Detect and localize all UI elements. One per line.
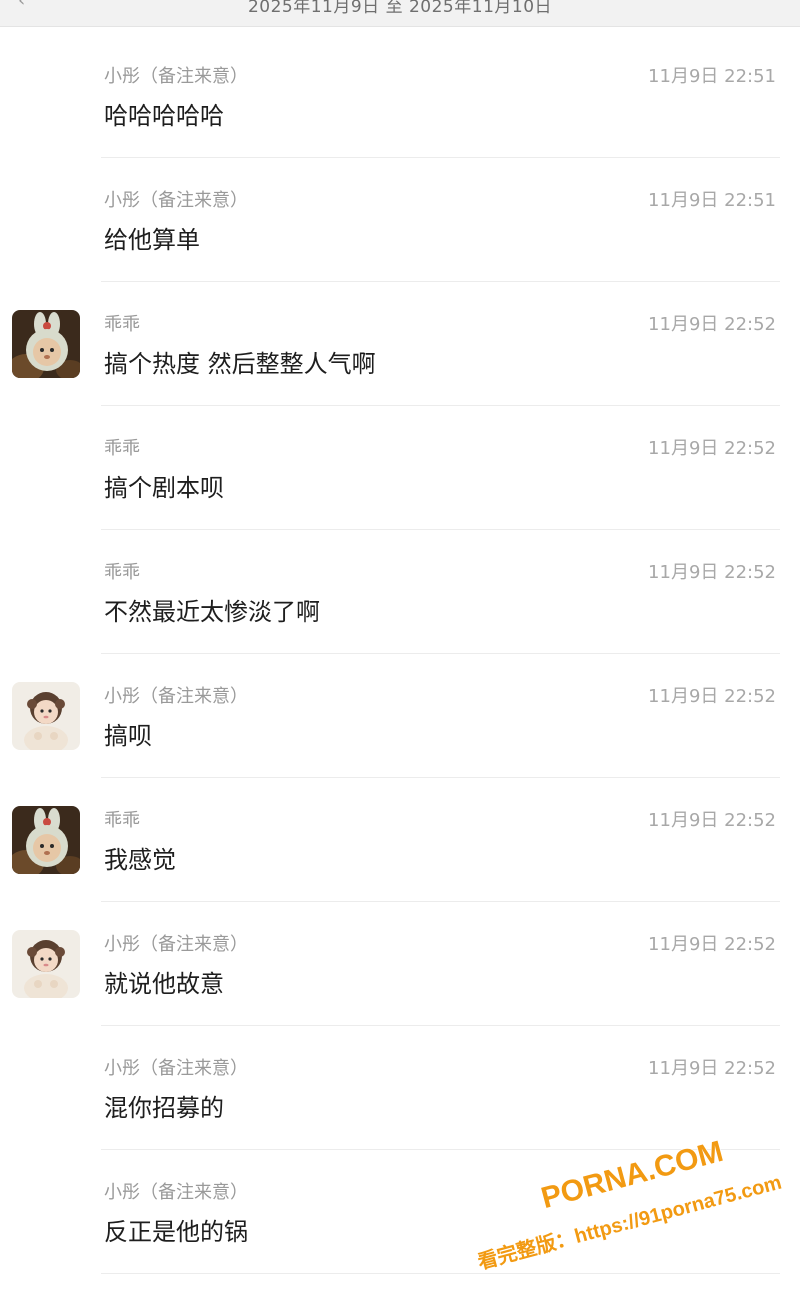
message-time: 11月9日 22:52 [648, 562, 776, 583]
message-time: 11月9日 22:52 [648, 686, 776, 707]
message-text: 搞个剧本呗 [104, 474, 224, 502]
chat-message[interactable]: 乖乖 11月9日 22:52 不然最近太惨淡了啊 [0, 530, 800, 654]
bunny-avatar[interactable] [12, 310, 80, 378]
chat-message[interactable]: 小彤（备注来意） 11月9日 22:52 混你招募的 [0, 1026, 800, 1150]
message-text: 搞呗 [104, 722, 152, 750]
message-time: 11月9日 22:51 [648, 190, 776, 211]
chat-message[interactable]: 小彤（备注来意） 11月9日 22:51 给他算单 [0, 158, 800, 282]
chat-message[interactable]: 乖乖 11月9日 22:52 搞个剧本呗 [0, 406, 800, 530]
message-text: 反正是他的锅 [104, 1218, 248, 1246]
chat-message[interactable]: 乖乖 11月9日 22:52 搞个热度 然后整整人气啊 [0, 282, 800, 406]
message-time: 11月9日 22:51 [648, 66, 776, 87]
girl-avatar[interactable] [12, 682, 80, 750]
chat-message[interactable]: 乖乖 11月9日 22:52 我感觉 [0, 778, 800, 902]
sender-name: 乖乖 [104, 810, 140, 831]
bunny-avatar[interactable] [12, 806, 80, 874]
message-text: 就说他故意 [104, 970, 224, 998]
sender-name: 乖乖 [104, 562, 140, 583]
chat-message[interactable]: 小彤（备注来意） 11月9日 22:51 哈哈哈哈哈 [0, 34, 800, 158]
message-text: 给他算单 [104, 226, 200, 254]
sender-name: 乖乖 [104, 314, 140, 335]
message-text: 哈哈哈哈哈 [104, 102, 224, 130]
chat-history-list: 小彤（备注来意） 11月9日 22:51 哈哈哈哈哈 小彤（备注来意） 11月9… [0, 34, 800, 1274]
chat-message[interactable]: 小彤（备注来意） 11月9日 22:52 搞呗 [0, 654, 800, 778]
message-text: 混你招募的 [104, 1094, 224, 1122]
chat-message[interactable]: 小彤（备注来意） 反正是他的锅 [0, 1150, 800, 1274]
sender-name: 小彤（备注来意） [104, 1058, 248, 1079]
sender-name: 小彤（备注来意） [104, 686, 248, 707]
chat-message[interactable]: 小彤（备注来意） 11月9日 22:52 就说他故意 [0, 902, 800, 1026]
sender-name: 小彤（备注来意） [104, 190, 248, 211]
message-text: 我感觉 [104, 846, 176, 874]
message-time: 11月9日 22:52 [648, 1058, 776, 1079]
message-text: 搞个热度 然后整整人气啊 [104, 350, 376, 378]
message-time: 11月9日 22:52 [648, 934, 776, 955]
girl-avatar[interactable] [12, 930, 80, 998]
message-time: 11月9日 22:52 [648, 314, 776, 335]
sender-name: 小彤（备注来意） [104, 66, 248, 87]
message-time: 11月9日 22:52 [648, 438, 776, 459]
message-time: 11月9日 22:52 [648, 810, 776, 831]
sender-name: 小彤（备注来意） [104, 934, 248, 955]
sender-name: 乖乖 [104, 438, 140, 459]
message-text: 不然最近太惨淡了啊 [104, 598, 320, 626]
date-range-label: 2025年11月9日 至 2025年11月10日 [247, 0, 553, 17]
sender-name: 小彤（备注来意） [104, 1182, 248, 1203]
history-header: ‹ 2025年11月9日 至 2025年11月10日 [0, 0, 800, 27]
